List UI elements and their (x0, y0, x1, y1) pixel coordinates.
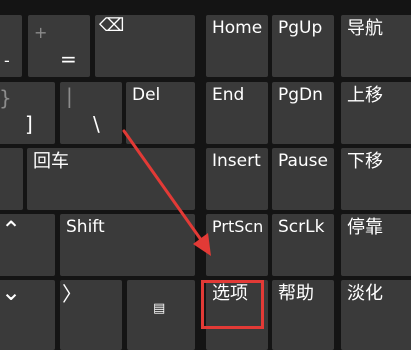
key-pause[interactable]: Pause (272, 148, 334, 210)
key-nav[interactable]: 导航 (341, 15, 411, 77)
options-label: 选项 (212, 283, 248, 304)
key-right-bracket[interactable]: } ] (0, 82, 55, 144)
end-label: End (212, 85, 245, 105)
fade-label: 淡化 (347, 283, 383, 304)
minus-label: - (4, 51, 10, 70)
move-up-label: 上移 (347, 85, 383, 106)
down-arrow-icon: ⌄ (1, 278, 22, 306)
enter-label: 回车 (33, 151, 69, 172)
key-dock[interactable]: 停靠 (341, 214, 411, 276)
key-scrlk[interactable]: ScrLk (272, 214, 334, 276)
pause-label: Pause (278, 151, 328, 171)
shift-label: Shift (66, 217, 105, 237)
key-equals[interactable]: + = (28, 15, 90, 77)
key-partial-left-row1[interactable]: - (0, 15, 22, 77)
key-enter[interactable]: 回车 (27, 148, 195, 210)
key-move-down[interactable]: 下移 (341, 148, 411, 210)
pgup-label: PgUp (278, 18, 323, 38)
del-label: Del (132, 85, 161, 105)
key-shift[interactable]: Shift (60, 214, 195, 276)
key-prtscn[interactable]: PrtScn (206, 214, 268, 276)
insert-label: Insert (212, 151, 261, 171)
key-insert[interactable]: Insert (206, 148, 268, 210)
scrlk-label: ScrLk (278, 217, 325, 237)
key-backspace[interactable]: ⌫ (95, 15, 195, 77)
move-down-label: 下移 (347, 151, 383, 172)
backspace-icon: ⌫ (99, 15, 125, 36)
pipe-label: | (66, 84, 73, 108)
menu-icon: ▤ (153, 301, 166, 316)
brace-label: } (0, 86, 12, 110)
key-pgup[interactable]: PgUp (272, 15, 334, 77)
key-pgdn[interactable]: PgDn (272, 82, 334, 144)
prtscn-label: PrtScn (212, 217, 264, 236)
key-end[interactable]: End (206, 82, 268, 144)
key-move-up[interactable]: 上移 (341, 82, 411, 144)
help-label: 帮助 (278, 283, 314, 304)
equals-label: = (60, 47, 77, 71)
dock-label: 停靠 (347, 217, 383, 238)
nav-label: 导航 (347, 18, 383, 39)
key-up-arrow[interactable]: ⌃ (0, 214, 55, 276)
plus-label: + (34, 23, 48, 42)
right-arrow-icon: 〉 (62, 282, 82, 306)
backslash-label: \ (93, 112, 100, 136)
key-del[interactable]: Del (126, 82, 195, 144)
up-arrow-icon: ⌃ (1, 216, 22, 244)
key-partial-left-row3[interactable] (0, 148, 23, 210)
key-backslash[interactable]: | \ (60, 82, 122, 144)
home-label: Home (212, 18, 263, 38)
key-home[interactable]: Home (206, 15, 268, 77)
bracket-label: ] (25, 112, 33, 136)
pgdn-label: PgDn (278, 85, 323, 105)
